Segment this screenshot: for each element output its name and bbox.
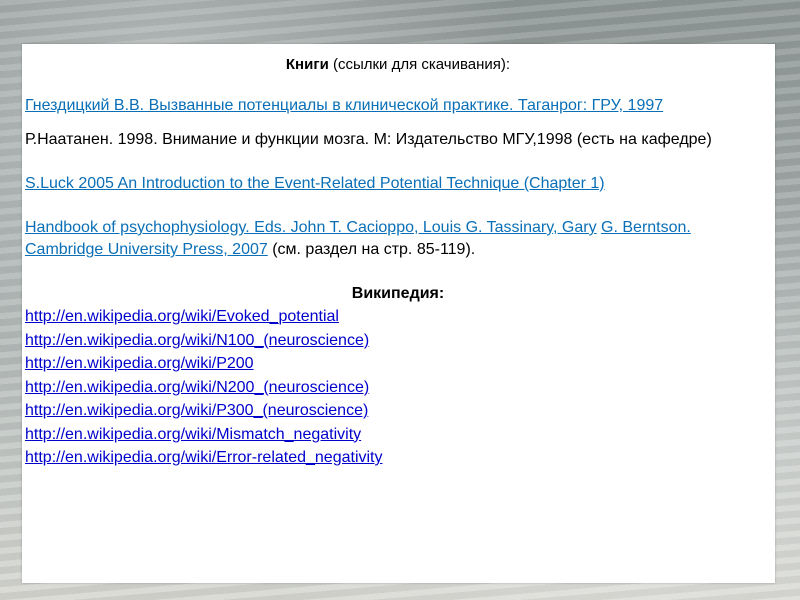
reference-1-link[interactable]: Гнездицкий В.В. Вызванные потенциалы в к… — [25, 97, 663, 114]
list-item: http://en.wikipedia.org/wiki/N200_(neuro… — [25, 376, 771, 400]
reference-3: S.Luck 2005 An Introduction to the Event… — [25, 173, 771, 195]
reference-4-tail: (см. раздел на стр. 85-119). — [267, 241, 476, 258]
wiki-link-mismatch-negativity[interactable]: http://en.wikipedia.org/wiki/Mismatch_ne… — [25, 426, 361, 443]
books-heading: Книги (ссылки для скачивания): — [25, 56, 771, 73]
reference-3-link[interactable]: S.Luck 2005 An Introduction to the Event… — [25, 175, 605, 192]
list-item: http://en.wikipedia.org/wiki/P200 — [25, 352, 771, 376]
reference-4: Handbook of psychophysiology. Eds. John … — [25, 217, 771, 261]
wiki-link-error-related-negativity[interactable]: http://en.wikipedia.org/wiki/Error-relat… — [25, 449, 383, 466]
wiki-link-n200[interactable]: http://en.wikipedia.org/wiki/N200_(neuro… — [25, 379, 369, 396]
list-item: http://en.wikipedia.org/wiki/Evoked_pote… — [25, 305, 771, 329]
list-item: http://en.wikipedia.org/wiki/Error-relat… — [25, 446, 771, 470]
books-heading-bold: Книги — [285, 56, 329, 73]
list-item: http://en.wikipedia.org/wiki/Mismatch_ne… — [25, 423, 771, 447]
wiki-link-n100[interactable]: http://en.wikipedia.org/wiki/N100_(neuro… — [25, 332, 369, 349]
wiki-link-evoked-potential[interactable]: http://en.wikipedia.org/wiki/Evoked_pote… — [25, 308, 339, 325]
wiki-link-p200[interactable]: http://en.wikipedia.org/wiki/P200 — [25, 355, 254, 372]
wikipedia-link-list: http://en.wikipedia.org/wiki/Evoked_pote… — [25, 305, 771, 470]
reference-2: Р.Наатанен. 1998. Внимание и функции моз… — [25, 131, 712, 148]
reference-1: Гнездицкий В.В. Вызванные потенциалы в к… — [25, 95, 771, 117]
list-item: http://en.wikipedia.org/wiki/N100_(neuro… — [25, 329, 771, 353]
reference-4-link-a[interactable]: Handbook of psychophysiology. Eds. John … — [25, 219, 597, 236]
wiki-link-p300[interactable]: http://en.wikipedia.org/wiki/P300_(neuro… — [25, 402, 368, 419]
wikipedia-heading: Википедия: — [351, 285, 445, 302]
list-item: http://en.wikipedia.org/wiki/P300_(neuro… — [25, 399, 771, 423]
books-heading-rest: (ссылки для скачивания): — [328, 56, 511, 73]
content-card: Книги (ссылки для скачивания): Гнездицки… — [22, 44, 775, 583]
